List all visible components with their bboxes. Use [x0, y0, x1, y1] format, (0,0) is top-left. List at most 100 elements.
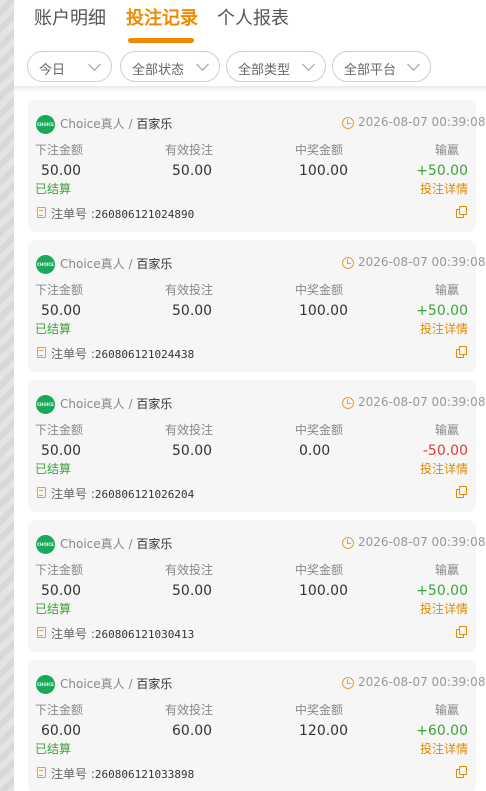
tab-personal-report[interactable]: 个人报表 — [217, 4, 289, 30]
valid-bet-label: 有效投注 — [165, 703, 214, 717]
date-filter-dropdown[interactable]: 今日 — [27, 51, 112, 82]
valid-bet-value: 60.00 — [172, 723, 213, 739]
platform-name: Choice真人 / 百家乐 — [60, 397, 173, 411]
payout-value: 120.00 — [299, 723, 348, 739]
copy-icon[interactable] — [456, 766, 467, 778]
filter-divider — [14, 86, 486, 92]
tab-bet-records[interactable]: 投注记录 — [126, 4, 198, 30]
tab-account-details[interactable]: 账户明细 — [34, 4, 106, 30]
bet-time: 2026-08-07 00:39:08 — [358, 395, 486, 409]
filter-bar: 今日 全部状态 全部类型 全部平台 — [14, 50, 486, 84]
status-filter-label: 全部状态 — [132, 63, 185, 78]
bet-details-link[interactable]: 投注详情 — [420, 740, 468, 757]
win-loss-value: +50.00 — [416, 583, 468, 599]
game-label: 百家乐 — [136, 677, 173, 691]
platform-logo-icon: CHOICE — [36, 675, 55, 694]
order-number-label: 注单号 : — [51, 627, 95, 641]
bet-details-link[interactable]: 投注详情 — [420, 600, 468, 617]
game-label: 百家乐 — [136, 257, 173, 271]
order-number-value: 260806121033898 — [94, 768, 195, 781]
active-tab-indicator — [128, 38, 194, 43]
order-number: 注单号 :260806121026204 — [51, 485, 194, 502]
order-number-label: 注单号 : — [51, 347, 95, 361]
chevron-down-icon — [302, 58, 315, 71]
chevron-down-icon — [88, 58, 101, 71]
valid-bet-value: 50.00 — [172, 303, 213, 319]
order-number-value: 260806121026204 — [94, 488, 195, 501]
win-loss-label: 输赢 — [435, 703, 460, 717]
status-filter-dropdown[interactable]: 全部状态 — [120, 51, 220, 82]
payout-label: 中奖金额 — [295, 143, 344, 157]
valid-bet-label: 有效投注 — [165, 283, 214, 297]
win-loss-value: +50.00 — [416, 303, 468, 319]
copy-icon[interactable] — [456, 486, 467, 498]
settlement-status: 已结算 — [35, 602, 72, 616]
bet-amount-label: 下注金额 — [35, 563, 84, 577]
platform-name: Choice真人 / 百家乐 — [60, 537, 173, 551]
bet-time: 2026-08-07 00:39:08 — [358, 255, 486, 269]
bet-details-link[interactable]: 投注详情 — [420, 320, 468, 337]
platform-label: Choice真人 — [60, 257, 125, 271]
copy-icon[interactable] — [456, 626, 467, 638]
order-number: 注单号 :260806121024890 — [51, 205, 194, 222]
game-label: 百家乐 — [136, 117, 173, 131]
type-filter-label: 全部类型 — [238, 63, 291, 78]
payout-value: 100.00 — [299, 583, 348, 599]
payout-value: 0.00 — [299, 443, 331, 459]
order-number: 注单号 :260806121033898 — [51, 765, 194, 782]
platform-name: Choice真人 / 百家乐 — [60, 117, 173, 131]
valid-bet-value: 50.00 — [172, 583, 213, 599]
valid-bet-label: 有效投注 — [165, 143, 214, 157]
bet-amount-value: 50.00 — [41, 583, 82, 599]
bet-record-card: CHOICE Choice真人 / 百家乐 2026-08-07 00:39:0… — [28, 100, 485, 232]
platform-label: Choice真人 — [60, 677, 125, 691]
platform-name: Choice真人 / 百家乐 — [60, 677, 173, 691]
copy-icon[interactable] — [456, 206, 467, 218]
platform-logo-icon: CHOICE — [36, 535, 55, 554]
clock-icon — [342, 677, 354, 689]
background-strip — [0, 0, 14, 791]
platform-filter-dropdown[interactable]: 全部平台 — [332, 51, 431, 82]
document-icon — [37, 627, 46, 638]
valid-bet-value: 50.00 — [172, 163, 213, 179]
game-label: 百家乐 — [136, 397, 173, 411]
settlement-status: 已结算 — [35, 742, 72, 756]
order-number: 注单号 :260806121024438 — [51, 345, 194, 362]
valid-bet-label: 有效投注 — [165, 423, 214, 437]
payout-label: 中奖金额 — [295, 283, 344, 297]
payout-label: 中奖金额 — [295, 703, 344, 717]
bet-details-link[interactable]: 投注详情 — [420, 180, 468, 197]
bet-time: 2026-08-07 00:39:08 — [358, 115, 486, 129]
bet-details-link[interactable]: 投注详情 — [420, 460, 468, 477]
platform-logo-icon: CHOICE — [36, 115, 55, 134]
bet-amount-value: 50.00 — [41, 163, 82, 179]
win-loss-label: 输赢 — [435, 563, 460, 577]
clock-icon — [342, 397, 354, 409]
order-number-value: 260806121030413 — [94, 628, 195, 641]
bet-time: 2026-08-07 00:39:08 — [358, 675, 486, 689]
bet-record-card: CHOICE Choice真人 / 百家乐 2026-08-07 00:39:0… — [28, 380, 485, 512]
order-number-label: 注单号 : — [51, 487, 95, 501]
bet-amount-value: 50.00 — [41, 443, 82, 459]
settlement-status: 已结算 — [35, 182, 72, 196]
bet-amount-value: 60.00 — [41, 723, 82, 739]
document-icon — [37, 347, 46, 358]
document-icon — [37, 207, 46, 218]
order-number-value: 260806121024438 — [94, 348, 195, 361]
win-loss-value: +60.00 — [416, 723, 468, 739]
valid-bet-label: 有效投注 — [165, 563, 214, 577]
type-filter-dropdown[interactable]: 全部类型 — [226, 51, 326, 82]
payout-value: 100.00 — [299, 303, 348, 319]
bet-amount-label: 下注金额 — [35, 283, 84, 297]
copy-icon[interactable] — [456, 346, 467, 358]
order-number-value: 260806121024890 — [94, 208, 195, 221]
payout-label: 中奖金额 — [295, 423, 344, 437]
win-loss-label: 输赢 — [435, 143, 460, 157]
clock-icon — [342, 117, 354, 129]
bet-record-card: CHOICE Choice真人 / 百家乐 2026-08-07 00:39:0… — [28, 240, 485, 372]
bet-time: 2026-08-07 00:39:08 — [358, 535, 486, 549]
platform-logo-icon: CHOICE — [36, 395, 55, 414]
settlement-status: 已结算 — [35, 322, 72, 336]
date-filter-label: 今日 — [39, 63, 66, 78]
win-loss-value: -50.00 — [422, 443, 468, 459]
